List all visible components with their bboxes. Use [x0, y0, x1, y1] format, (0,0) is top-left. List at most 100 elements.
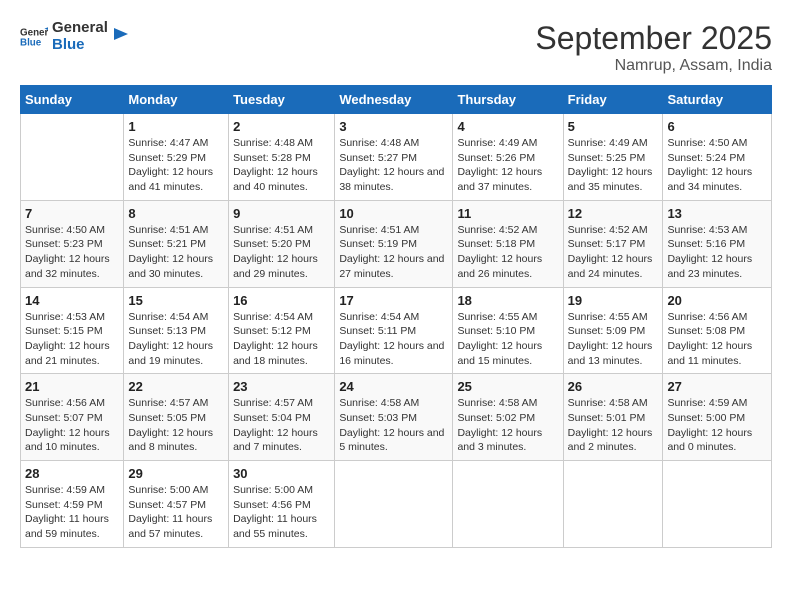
day-cell: 9 Sunrise: 4:51 AMSunset: 5:20 PMDaylight…: [229, 200, 335, 287]
day-number: 30: [233, 466, 330, 481]
day-cell: 7Sunrise: 4:50 AMSunset: 5:23 PMDaylight…: [21, 200, 124, 287]
header-tuesday: Tuesday: [229, 86, 335, 114]
week-row-1: 7Sunrise: 4:50 AMSunset: 5:23 PMDaylight…: [21, 200, 772, 287]
day-cell: 21 Sunrise: 4:56 AMSunset: 5:07 PMDayligh…: [21, 374, 124, 461]
day-number: 23: [233, 379, 330, 394]
day-number: 3: [339, 119, 448, 134]
day-cell: 15Sunrise: 4:54 AMSunset: 5:13 PMDayligh…: [124, 287, 229, 374]
day-cell: 1Sunrise: 4:47 AMSunset: 5:29 PMDaylight…: [124, 114, 229, 201]
day-info: Sunrise: 4:58 AMSunset: 5:01 PMDaylight:…: [568, 396, 659, 455]
day-info: Sunrise: 4:55 AMSunset: 5:09 PMDaylight:…: [568, 310, 659, 369]
day-info: Sunrise: 5:00 AMSunset: 4:56 PMDaylight:…: [233, 483, 330, 542]
logo-general: General: [52, 20, 108, 37]
day-cell: 27Sunrise: 4:59 AMSunset: 5:00 PMDayligh…: [663, 374, 772, 461]
day-info: Sunrise: 4:50 AMSunset: 5:23 PMDaylight:…: [25, 223, 119, 282]
header-monday: Monday: [124, 86, 229, 114]
day-info: Sunrise: 4:57 AMSunset: 5:05 PMDaylight:…: [128, 396, 224, 455]
day-number: 12: [568, 206, 659, 221]
day-number: 9: [233, 206, 330, 221]
day-cell: 12 Sunrise: 4:52 AMSunset: 5:17 PMDayligh…: [563, 200, 663, 287]
header-thursday: Thursday: [453, 86, 563, 114]
day-cell: 3Sunrise: 4:48 AMSunset: 5:27 PMDaylight…: [335, 114, 453, 201]
day-cell: 10 Sunrise: 4:51 AMSunset: 5:19 PMDayligh…: [335, 200, 453, 287]
day-info: Sunrise: 4:59 AMSunset: 4:59 PMDaylight:…: [25, 483, 119, 542]
day-number: 10: [339, 206, 448, 221]
logo-icon: General Blue: [20, 23, 48, 51]
header-saturday: Saturday: [663, 86, 772, 114]
day-info: Sunrise: 4:52 AMSunset: 5:17 PMDaylight:…: [568, 223, 659, 282]
day-info: Sunrise: 4:52 AMSunset: 5:18 PMDaylight:…: [457, 223, 558, 282]
month-title: September 2025: [535, 20, 772, 57]
day-info: Sunrise: 4:48 AMSunset: 5:28 PMDaylight:…: [233, 136, 330, 195]
day-number: 27: [667, 379, 767, 394]
day-number: 1: [128, 119, 224, 134]
day-cell: 5Sunrise: 4:49 AMSunset: 5:25 PMDaylight…: [563, 114, 663, 201]
day-number: 21: [25, 379, 119, 394]
day-cell: [453, 461, 563, 548]
day-info: Sunrise: 4:58 AMSunset: 5:02 PMDaylight:…: [457, 396, 558, 455]
day-cell: 29 Sunrise: 5:00 AMSunset: 4:57 PMDayligh…: [124, 461, 229, 548]
day-cell: 6 Sunrise: 4:50 AMSunset: 5:24 PMDaylight…: [663, 114, 772, 201]
day-cell: [663, 461, 772, 548]
day-info: Sunrise: 4:56 AMSunset: 5:07 PMDaylight:…: [25, 396, 119, 455]
day-info: Sunrise: 4:50 AMSunset: 5:24 PMDaylight:…: [667, 136, 767, 195]
day-number: 2: [233, 119, 330, 134]
day-info: Sunrise: 4:51 AMSunset: 5:19 PMDaylight:…: [339, 223, 448, 282]
week-row-2: 14 Sunrise: 4:53 AMSunset: 5:15 PMDayligh…: [21, 287, 772, 374]
day-cell: 26 Sunrise: 4:58 AMSunset: 5:01 PMDayligh…: [563, 374, 663, 461]
day-info: Sunrise: 4:51 AMSunset: 5:21 PMDaylight:…: [128, 223, 224, 282]
day-number: 19: [568, 293, 659, 308]
day-cell: [335, 461, 453, 548]
day-number: 26: [568, 379, 659, 394]
day-number: 11: [457, 206, 558, 221]
day-info: Sunrise: 4:49 AMSunset: 5:26 PMDaylight:…: [457, 136, 558, 195]
day-cell: 8Sunrise: 4:51 AMSunset: 5:21 PMDaylight…: [124, 200, 229, 287]
calendar-header-row: SundayMondayTuesdayWednesdayThursdayFrid…: [21, 86, 772, 114]
day-cell: 2 Sunrise: 4:48 AMSunset: 5:28 PMDaylight…: [229, 114, 335, 201]
logo-blue: Blue: [52, 37, 108, 54]
day-number: 20: [667, 293, 767, 308]
day-cell: 30 Sunrise: 5:00 AMSunset: 4:56 PMDayligh…: [229, 461, 335, 548]
week-row-3: 21 Sunrise: 4:56 AMSunset: 5:07 PMDayligh…: [21, 374, 772, 461]
day-info: Sunrise: 4:53 AMSunset: 5:15 PMDaylight:…: [25, 310, 119, 369]
day-cell: 14 Sunrise: 4:53 AMSunset: 5:15 PMDayligh…: [21, 287, 124, 374]
day-cell: 18 Sunrise: 4:55 AMSunset: 5:10 PMDayligh…: [453, 287, 563, 374]
day-info: Sunrise: 4:51 AMSunset: 5:20 PMDaylight:…: [233, 223, 330, 282]
day-info: Sunrise: 4:58 AMSunset: 5:03 PMDaylight:…: [339, 396, 448, 455]
day-info: Sunrise: 4:54 AMSunset: 5:11 PMDaylight:…: [339, 310, 448, 369]
day-cell: 17 Sunrise: 4:54 AMSunset: 5:11 PMDayligh…: [335, 287, 453, 374]
day-number: 6: [667, 119, 767, 134]
day-cell: 13Sunrise: 4:53 AMSunset: 5:16 PMDayligh…: [663, 200, 772, 287]
day-number: 25: [457, 379, 558, 394]
day-number: 16: [233, 293, 330, 308]
day-number: 18: [457, 293, 558, 308]
day-number: 14: [25, 293, 119, 308]
day-info: Sunrise: 4:55 AMSunset: 5:10 PMDaylight:…: [457, 310, 558, 369]
week-row-4: 28Sunrise: 4:59 AMSunset: 4:59 PMDayligh…: [21, 461, 772, 548]
header-friday: Friday: [563, 86, 663, 114]
day-number: 5: [568, 119, 659, 134]
day-cell: 19 Sunrise: 4:55 AMSunset: 5:09 PMDayligh…: [563, 287, 663, 374]
day-info: Sunrise: 4:53 AMSunset: 5:16 PMDaylight:…: [667, 223, 767, 282]
svg-text:Blue: Blue: [20, 37, 42, 48]
location-subtitle: Namrup, Assam, India: [535, 57, 772, 75]
title-block: September 2025 Namrup, Assam, India: [535, 20, 772, 75]
day-cell: [563, 461, 663, 548]
day-info: Sunrise: 5:00 AMSunset: 4:57 PMDaylight:…: [128, 483, 224, 542]
day-number: 22: [128, 379, 224, 394]
day-cell: 4Sunrise: 4:49 AMSunset: 5:26 PMDaylight…: [453, 114, 563, 201]
logo-flag-icon: [112, 26, 130, 48]
day-info: Sunrise: 4:57 AMSunset: 5:04 PMDaylight:…: [233, 396, 330, 455]
day-cell: [21, 114, 124, 201]
day-info: Sunrise: 4:54 AMSunset: 5:12 PMDaylight:…: [233, 310, 330, 369]
page-header: General Blue General Blue September 2025…: [20, 20, 772, 75]
week-row-0: 1Sunrise: 4:47 AMSunset: 5:29 PMDaylight…: [21, 114, 772, 201]
day-cell: 23 Sunrise: 4:57 AMSunset: 5:04 PMDayligh…: [229, 374, 335, 461]
day-cell: 11 Sunrise: 4:52 AMSunset: 5:18 PMDayligh…: [453, 200, 563, 287]
header-sunday: Sunday: [21, 86, 124, 114]
day-number: 29: [128, 466, 224, 481]
day-cell: 24Sunrise: 4:58 AMSunset: 5:03 PMDayligh…: [335, 374, 453, 461]
day-cell: 22 Sunrise: 4:57 AMSunset: 5:05 PMDayligh…: [124, 374, 229, 461]
day-number: 17: [339, 293, 448, 308]
header-wednesday: Wednesday: [335, 86, 453, 114]
